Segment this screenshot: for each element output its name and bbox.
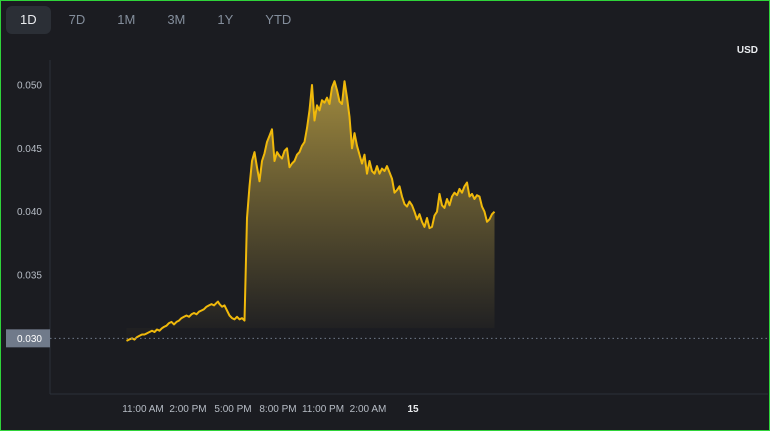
x-tick-label: 5:00 PM [214,404,251,415]
y-tick-label: 0.050 [17,81,42,92]
y-tick-label: 0.045 [17,144,42,155]
x-tick-label: 2:00 PM [169,404,206,415]
y-tick-label: 0.035 [17,271,42,282]
x-tick-label: 8:00 PM [259,404,296,415]
x-tick-label: 15 [407,404,419,415]
price-chart[interactable]: 0.050 0.045 0.040 0.035 0.030 11:00 AM 2:00 PM… [0,0,770,431]
y-tick-label: 0.040 [17,207,42,218]
x-tick-label: 2:00 AM [350,404,387,415]
x-tick-label: 11:00 PM [302,404,344,415]
price-area-fill [126,81,495,341]
x-tick-label: 11:00 AM [122,404,164,415]
current-price-label: 0.030 [17,334,42,345]
